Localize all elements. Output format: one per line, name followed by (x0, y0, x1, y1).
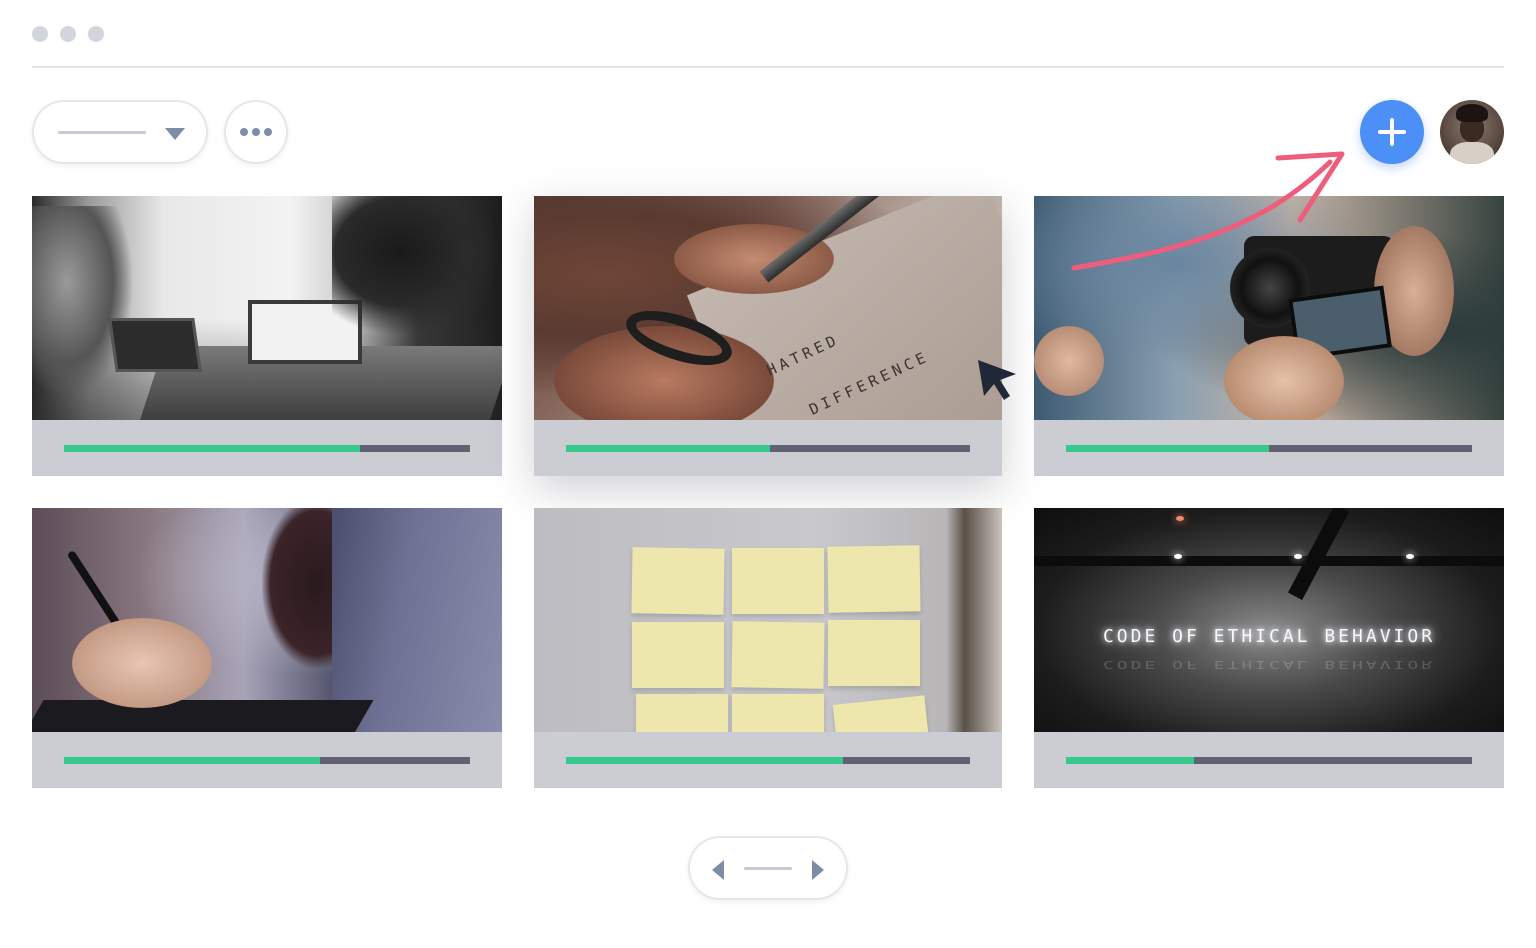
window-dot-close[interactable] (32, 26, 48, 42)
progress-fill (566, 445, 771, 452)
sticky-note (636, 694, 728, 732)
progress-fill (64, 757, 320, 764)
window-controls (32, 26, 104, 42)
sticky-note (832, 695, 932, 732)
pagination (688, 836, 848, 900)
office-monochrome-photo (32, 196, 502, 420)
ceiling-light (1174, 554, 1182, 559)
ceiling-light (1176, 516, 1184, 521)
dropdown-placeholder-line (58, 131, 146, 134)
progress-bar (64, 757, 470, 764)
next-page-button[interactable] (806, 858, 830, 882)
sticky-note (827, 545, 921, 613)
card-footer (534, 420, 1002, 476)
sticky-note (631, 547, 725, 615)
photo-laptop (108, 318, 202, 372)
card-footer (1034, 420, 1504, 476)
avatar-hair (1456, 104, 1488, 122)
media-card[interactable] (32, 196, 502, 476)
top-divider (32, 66, 1504, 68)
media-card[interactable] (1034, 196, 1504, 476)
sticky-note (828, 620, 920, 686)
neon-sign-photo: CODE OF ETHICAL BEHAVIOR CODE OF ETHICAL… (1034, 508, 1504, 732)
media-card[interactable] (32, 508, 502, 788)
photo-hand (72, 618, 212, 708)
page-indicator (744, 867, 792, 870)
progress-fill (64, 445, 361, 452)
progress-bar (566, 757, 970, 764)
photo-fingers (1034, 326, 1104, 396)
more-dot-icon (252, 128, 260, 136)
more-dot-icon (264, 128, 272, 136)
chevron-down-icon (165, 128, 185, 140)
window-dot-maximize[interactable] (88, 26, 104, 42)
photo-drawing-tablet (32, 700, 374, 732)
add-button[interactable] (1360, 100, 1424, 164)
sticky-note (731, 621, 825, 689)
card-footer (32, 732, 502, 788)
chevron-left-icon (712, 860, 724, 880)
ceiling-light (1406, 554, 1414, 559)
progress-fill (566, 757, 843, 764)
filter-dropdown[interactable] (32, 100, 208, 164)
card-footer (32, 420, 502, 476)
photo-hand-left (1224, 336, 1344, 420)
previous-page-button[interactable] (706, 858, 730, 882)
sticky-note (732, 548, 824, 614)
progress-fill (1066, 445, 1269, 452)
media-card-hovered[interactable]: HATRED DIFFERENCE (534, 196, 1002, 476)
user-avatar[interactable] (1440, 100, 1504, 164)
progress-fill (1066, 757, 1194, 764)
media-card[interactable] (534, 508, 1002, 788)
camera-in-hands-photo (1034, 196, 1504, 420)
sticky-notes-wall-photo (534, 508, 1002, 732)
neon-sign-reflection: CODE OF ETHICAL BEHAVIOR (1102, 658, 1436, 671)
progress-bar (566, 445, 970, 452)
card-footer (1034, 732, 1504, 788)
photo-laptop (332, 508, 502, 732)
plus-icon-vertical (1390, 118, 1394, 146)
ceiling-light (1294, 554, 1302, 559)
window-dot-minimize[interactable] (60, 26, 76, 42)
sticky-note (632, 622, 724, 688)
chevron-right-icon (812, 860, 824, 880)
progress-bar (64, 445, 470, 452)
neon-sign-text: CODE OF ETHICAL BEHAVIOR (1102, 626, 1436, 647)
drawing-tablet-photo (32, 508, 502, 732)
scissors-cutting-paper-photo: HATRED DIFFERENCE (534, 196, 1002, 420)
card-footer (534, 732, 1002, 788)
media-card[interactable]: CODE OF ETHICAL BEHAVIOR CODE OF ETHICAL… (1034, 508, 1504, 788)
sticky-note (732, 694, 824, 732)
progress-bar (1066, 757, 1472, 764)
photo-person-right (332, 196, 502, 336)
avatar-body (1450, 142, 1494, 164)
progress-bar (1066, 445, 1472, 452)
photo-ceiling-beam (1034, 556, 1504, 566)
more-options-button[interactable] (224, 100, 288, 164)
more-dot-icon (240, 128, 248, 136)
